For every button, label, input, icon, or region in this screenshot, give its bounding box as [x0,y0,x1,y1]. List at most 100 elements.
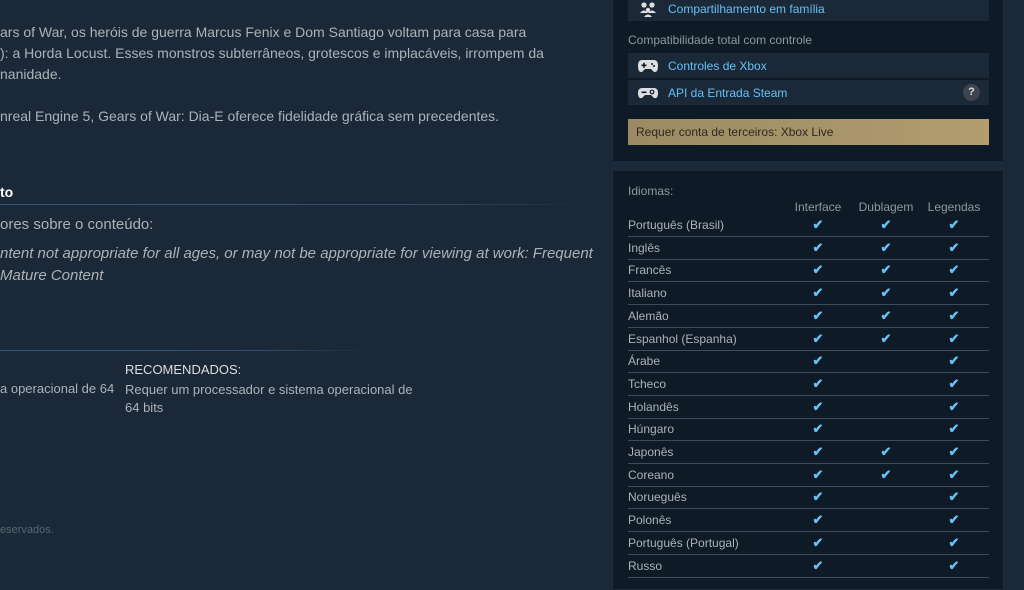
checkmark-icon: ✔ [812,398,824,414]
checkmark-icon: ✔ [948,557,960,573]
minimum-requirements-text: a operacional de 64 [0,381,115,396]
feature-label: API da Entrada Steam [668,85,788,100]
mature-content-line: ntent not appropriate for all ages, or m… [0,245,593,262]
game-details-column: ars of War, os heróis de guerra Marcus F… [0,0,600,576]
description-line: ): a Horda Locust. Esses monstros subter… [0,45,544,61]
language-name: Italiano [628,286,667,301]
checkmark-icon: ✔ [812,444,824,459]
requirements-divider [0,350,370,351]
column-subtitles: Legendas [927,200,981,214]
language-name: Árabe [628,354,661,369]
checkmark-icon: ✔ [812,512,824,528]
language-name: Norueguês [628,490,687,505]
checkmark-icon: ✔ [948,534,960,550]
checkmark-icon: ✔ [948,330,960,346]
language-row: Português (Portugal) ✔ ✔ [628,532,989,555]
language-row: Coreano ✔ ✔ ✔ [628,464,989,487]
feature-steam-input[interactable]: API da Entrada Steam ? [628,80,989,105]
feature-xbox-controllers[interactable]: Controles de Xbox [628,53,989,78]
language-row: Alemão ✔ ✔ ✔ [628,305,989,328]
language-row: Tcheco ✔ ✔ [628,373,989,396]
mature-section-title: to [0,184,14,200]
feature-label: Controles de Xbox [668,58,767,73]
column-audio: Dublagem [858,200,914,214]
third-party-notice-text: Requer conta de terceiros: Xbox Live [636,125,834,139]
checkmark-icon: ✔ [880,307,892,323]
gamepad-icon [628,59,668,73]
checkmark-icon: ✔ [880,444,892,459]
language-row: Francês ✔ ✔ ✔ [628,259,989,283]
language-row: Árabe ✔ ✔ [628,350,989,374]
language-name: Alemão [628,308,669,323]
column-interface: Interface [794,200,842,214]
language-row: Espanhol (Espanha) ✔ ✔ ✔ [628,328,989,351]
language-row: Húngaro ✔ ✔ [628,418,989,442]
language-name: Russo [628,558,663,573]
checkmark-icon: ✔ [812,285,824,301]
checkmark-icon: ✔ [880,262,892,278]
checkmark-icon: ✔ [948,398,960,414]
languages-panel: Idiomas: Interface Dublagem Legendas Por… [612,170,1004,590]
feature-family-sharing[interactable]: Compartilhamento em família [628,0,989,21]
language-name: Português (Portugal) [628,535,739,550]
checkmark-icon: ✔ [948,444,960,459]
checkmark-icon: ✔ [812,421,824,437]
description-line: nanidade. [0,66,62,82]
checkmark-icon: ✔ [948,512,960,528]
game-description: ars of War, os heróis de guerra Marcus F… [0,22,600,127]
language-name: Polonês [628,513,672,528]
language-name: Francês [628,263,672,278]
checkmark-icon: ✔ [880,217,892,232]
language-row: Italiano ✔ ✔ ✔ [628,282,989,306]
language-name: Holandês [628,399,679,414]
checkmark-icon: ✔ [948,375,960,391]
third-party-account-notice: Requer conta de terceiros: Xbox Live [628,119,989,145]
language-row: Inglês ✔ ✔ ✔ [628,237,989,260]
description-line: ars of War, os heróis de guerra Marcus F… [0,24,527,40]
checkmark-icon: ✔ [880,330,892,346]
controller-support-header: Compatibilidade total com controle [628,33,813,47]
checkmark-icon: ✔ [812,534,824,550]
checkmark-icon: ✔ [812,330,824,346]
language-row: Norueguês ✔ ✔ [628,486,989,510]
checkmark-icon: ✔ [812,217,824,232]
language-name: Japonês [628,445,674,459]
language-name: Espanhol (Espanha) [628,331,737,346]
checkmark-icon: ✔ [948,307,960,323]
help-icon[interactable]: ? [963,84,980,101]
checkmark-icon: ✔ [812,307,824,323]
feature-label: Compartilhamento em família [668,1,825,16]
checkmark-icon: ✔ [880,466,892,482]
mature-content-description: ntent not appropriate for all ages, or m… [0,243,600,287]
mature-content-label: ores sobre o conteúdo: [0,216,154,233]
family-sharing-icon [628,1,668,17]
steam-input-icon [628,86,668,100]
checkmark-icon: ✔ [948,262,960,278]
language-row: Russo ✔ ✔ [628,555,989,578]
checkmark-icon: ✔ [948,466,960,482]
section-divider [0,204,585,205]
description-line: nreal Engine 5, Gears of War: Dia-E ofer… [0,108,500,124]
checkmark-icon: ✔ [948,421,960,437]
checkmark-icon: ✔ [812,375,824,391]
language-row: Português (Brasil) ✔ ✔ ✔ [628,214,989,237]
recommended-header: RECOMENDADOS: [125,362,242,377]
checkmark-icon: ✔ [948,489,960,505]
checkmark-icon: ✔ [880,239,892,255]
language-row: Polonês ✔ ✔ [628,509,989,533]
checkmark-icon: ✔ [948,285,960,301]
checkmark-icon: ✔ [812,489,824,505]
languages-title: Idiomas: [628,184,674,198]
checkmark-icon: ✔ [812,353,824,369]
recommended-requirements-text: Requer um processador e sistema operacio… [125,382,413,415]
language-row: Holandês ✔ ✔ [628,396,989,419]
mature-content-line: Mature Content [0,267,104,284]
language-name: Inglês [628,240,661,255]
language-row: Japonês ✔ ✔ ✔ [628,441,989,464]
features-panel: Compartilhamento em família Compatibilid… [612,0,1004,162]
checkmark-icon: ✔ [880,285,892,301]
language-name: Tcheco [628,376,667,391]
checkmark-icon: ✔ [812,466,824,482]
copyright-footer: eservados. [0,524,54,536]
language-name: Coreano [628,467,675,482]
